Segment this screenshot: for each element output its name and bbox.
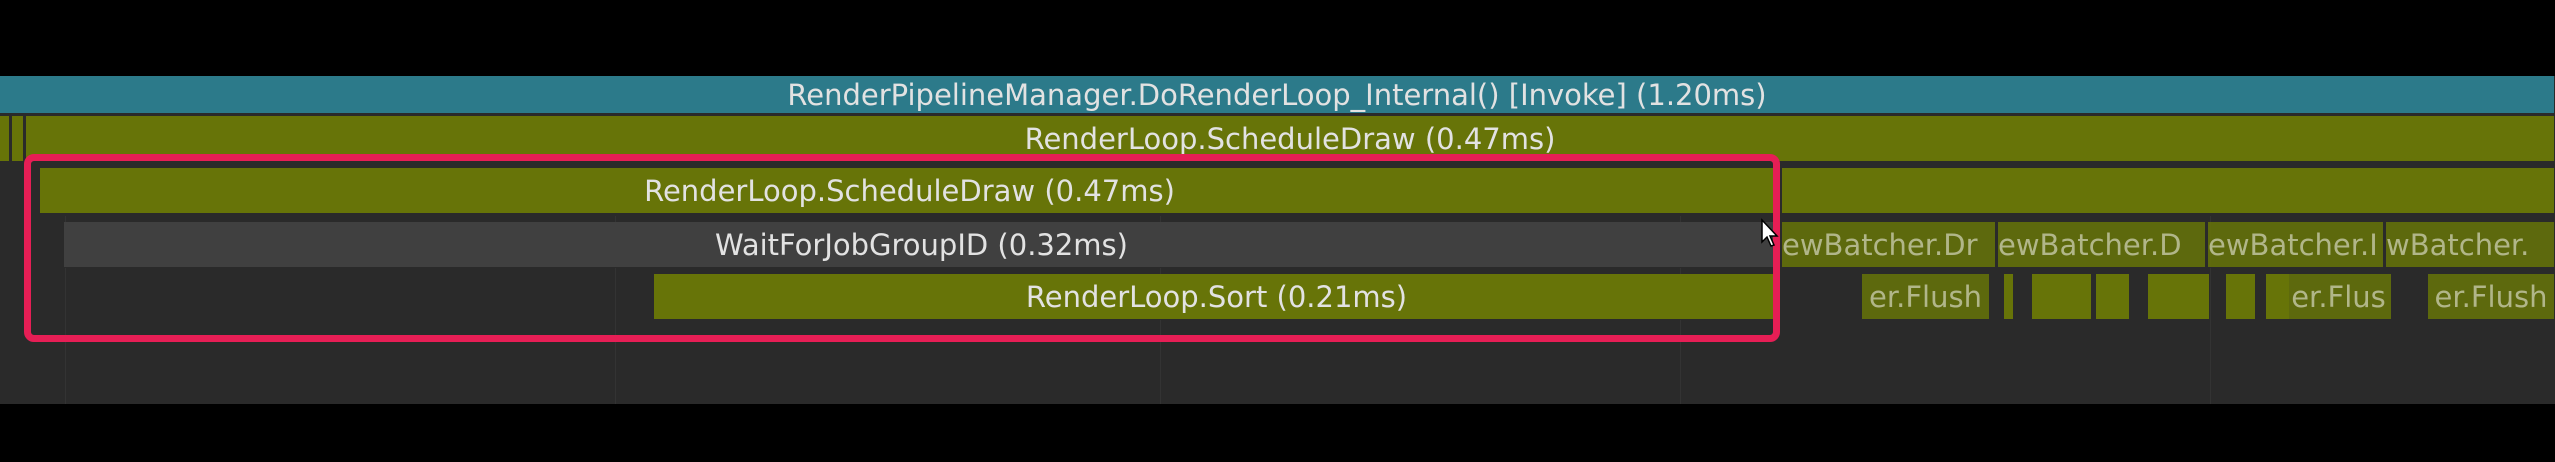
mouse-cursor-icon <box>1761 218 1779 247</box>
sample-bar-batcher-3[interactable]: ewBatcher.I <box>2208 222 2384 268</box>
profiler-timeline[interactable]: RenderPipelineManager.DoRenderLoop_Inter… <box>0 76 2555 404</box>
sample-bar-small[interactable] <box>2096 274 2130 320</box>
sample-bar-render-loop-schedule-draw-selected[interactable]: RenderLoop.ScheduleDraw (0.47ms) <box>40 168 1780 214</box>
sample-bar-flush-1[interactable]: er.Flush <box>1862 274 1990 320</box>
sample-bar-batcher-4[interactable]: wBatcher. <box>2386 222 2555 268</box>
sample-bar-render-pipeline-manager[interactable]: RenderPipelineManager.DoRenderLoop_Inter… <box>0 76 2555 114</box>
sample-bar-small[interactable] <box>2004 274 2014 320</box>
sample-bar-small[interactable] <box>2032 274 2092 320</box>
sample-bar-render-loop-schedule-draw[interactable]: RenderLoop.ScheduleDraw (0.47ms) <box>26 116 2555 162</box>
sample-bar-batcher-2[interactable]: ewBatcher.D <box>1998 222 2206 268</box>
sample-bar-render-loop-sort[interactable]: RenderLoop.Sort (0.21ms) <box>654 274 1780 320</box>
sample-bar-sibling[interactable] <box>1782 168 2555 214</box>
sample-bar-wait-for-job-group[interactable]: WaitForJobGroupID (0.32ms) <box>64 222 1780 268</box>
sample-bar-flush-2[interactable]: er.Flus <box>2286 274 2392 320</box>
sample-bar-small[interactable] <box>2226 274 2256 320</box>
sample-bar-small[interactable] <box>0 116 10 162</box>
sample-bar-batcher-1[interactable]: ewBatcher.Dr <box>1782 222 1996 268</box>
sample-bar-small[interactable] <box>12 116 24 162</box>
sample-bar-small[interactable] <box>2148 274 2210 320</box>
sample-bar-flush-3[interactable]: er.Flush <box>2428 274 2555 320</box>
